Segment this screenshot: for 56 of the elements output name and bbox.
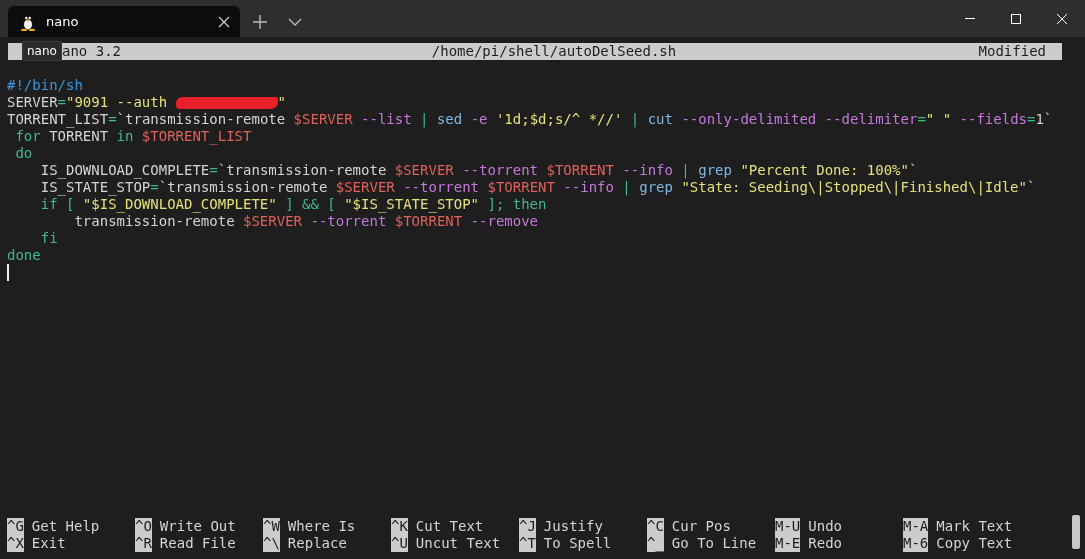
shortcut-key: ^\ bbox=[263, 535, 280, 552]
shortcut-key: ^K bbox=[391, 518, 408, 535]
shortcut-label: Get Help bbox=[31, 518, 100, 535]
shortcut-label: To Spell bbox=[543, 535, 612, 552]
text-cursor bbox=[7, 264, 9, 281]
plus-icon[interactable] bbox=[253, 14, 267, 29]
code-line: IS_STATE_STOP=`transmission-remote $SERVER --torrent $TORRENT --info | grep "State: Seeding\|Stopped\|Finished\|Idle"` bbox=[39, 179, 1036, 196]
shortcut-key: M-E bbox=[775, 535, 801, 552]
shortcut-key: ^X bbox=[7, 535, 24, 552]
code-line: #!/bin/sh bbox=[7, 77, 83, 94]
shortcut-key: ^C bbox=[647, 518, 664, 535]
shortcut-label: Mark Text bbox=[936, 518, 1013, 535]
scrollbar-thumb[interactable] bbox=[1072, 515, 1080, 549]
shortcut-key: M-U bbox=[775, 518, 801, 535]
code-line: for TORRENT in $TORRENT_LIST bbox=[14, 128, 252, 145]
shortcut-label: Exit bbox=[31, 535, 66, 552]
code-line: TORRENT_LIST=`transmission-remote $SERVER --list | sed -e '1d;$d;s/^ *//' | cut --only-delimited --delimiter=" " --fields=1` bbox=[7, 111, 1053, 128]
code-line: SERVER="9091 --auth bbox=[7, 94, 169, 111]
shortcut-label: Replace bbox=[287, 535, 347, 552]
shortcut-key: ^U bbox=[391, 535, 408, 552]
shortcut-key: ^_ bbox=[647, 535, 664, 552]
shortcut-label: Redo bbox=[808, 535, 842, 552]
shortcut-key: ^T bbox=[519, 535, 536, 552]
shortcut-key: M-6 bbox=[903, 535, 929, 552]
tooltip: nano bbox=[22, 41, 62, 61]
shortcut-key: ^G bbox=[7, 518, 24, 535]
shortcut-label: Write Out bbox=[159, 518, 236, 535]
code-line: if [ "$IS_DOWNLOAD_COMPLETE" ] && [ "$IS_STATE_STOP" ]; then bbox=[39, 196, 547, 213]
shortcut-label: Read File bbox=[159, 535, 236, 552]
shortcut-label: Where Is bbox=[287, 518, 356, 535]
shortcut-key: ^J bbox=[519, 518, 536, 535]
shortcut-key: ^W bbox=[263, 518, 280, 535]
code-line: do bbox=[14, 145, 33, 162]
terminal-tab[interactable]: nano bbox=[8, 6, 240, 37]
shortcut-label: Justify bbox=[543, 518, 603, 535]
modified-status: Modified bbox=[978, 43, 1046, 60]
maximize-icon[interactable] bbox=[1011, 13, 1021, 24]
close-icon[interactable] bbox=[218, 15, 230, 28]
shortcut-label: Go To Line bbox=[671, 535, 757, 552]
code-line: IS_DOWNLOAD_COMPLETE=`transmission-remote $SERVER --torrent $TORRENT --info | grep "Percent Done: 100%"` bbox=[39, 162, 918, 179]
code-line: transmission-remote $SERVER --torrent $TORRENT --remove bbox=[73, 213, 539, 230]
editor-version: ano 3.2 bbox=[62, 43, 121, 60]
code-line: fi bbox=[39, 230, 58, 247]
shortcut-key: M-A bbox=[903, 518, 929, 535]
file-path: /home/pi/shell/autoDelSeed.sh bbox=[431, 43, 677, 60]
code-line: " bbox=[277, 94, 287, 111]
shortcut-key: ^O bbox=[135, 518, 152, 535]
shortcut-key: ^R bbox=[135, 535, 152, 552]
shortcut-label: Cut Text bbox=[415, 518, 484, 535]
shortcut-label: Cur Pos bbox=[671, 518, 731, 535]
shortcut-label: Copy Text bbox=[936, 535, 1013, 552]
shortcut-label: Undo bbox=[808, 518, 842, 535]
chevron-down-icon[interactable] bbox=[288, 17, 302, 26]
code-line: done bbox=[7, 247, 41, 264]
tab-title: nano bbox=[46, 14, 80, 29]
shortcut-label: Uncut Text bbox=[415, 535, 501, 552]
